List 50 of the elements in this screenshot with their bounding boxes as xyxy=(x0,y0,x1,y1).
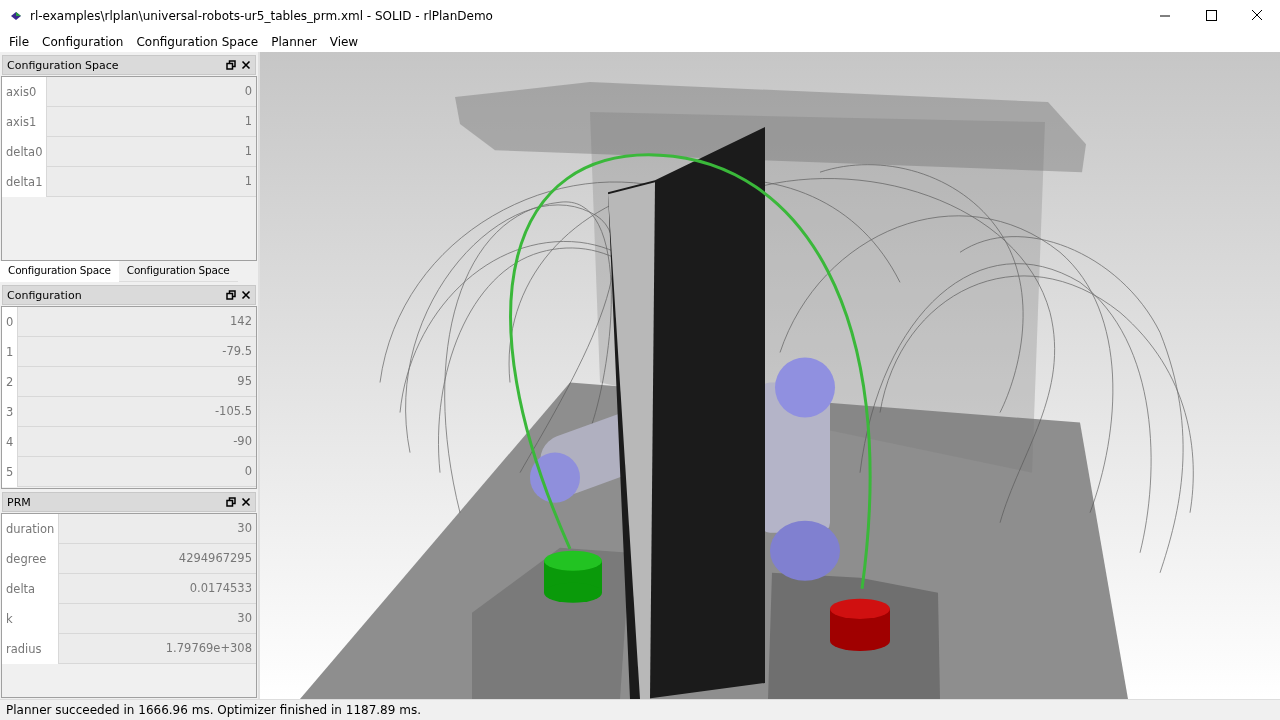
property-label: delta xyxy=(2,574,59,604)
property-label: 3 xyxy=(2,397,18,427)
close-icon[interactable] xyxy=(241,290,251,300)
property-label: k xyxy=(2,604,59,634)
property-value[interactable]: 0 xyxy=(17,457,256,487)
dock-tab[interactable]: Configuration Space xyxy=(118,261,238,282)
property-label: 4 xyxy=(2,427,18,457)
dock-title: PRM xyxy=(7,495,31,509)
property-label: 1 xyxy=(2,337,18,367)
property-label: axis0 xyxy=(2,77,47,107)
menu-item[interactable]: File xyxy=(2,35,36,49)
property-value[interactable]: 95 xyxy=(17,367,256,397)
menu-item[interactable]: Configuration xyxy=(35,35,130,49)
property-value[interactable]: 30 xyxy=(58,604,256,634)
property-value[interactable]: -105.5 xyxy=(17,397,256,427)
property-value[interactable]: 30 xyxy=(58,514,256,544)
property-value[interactable]: 142 xyxy=(17,307,256,337)
property-label: duration xyxy=(2,514,59,544)
close-icon[interactable] xyxy=(241,497,251,507)
property-value[interactable]: 4294967295 xyxy=(58,544,256,574)
app-icon xyxy=(10,10,22,22)
dock-title: Configuration xyxy=(7,288,82,302)
property-label: axis1 xyxy=(2,107,47,137)
property-label: 0 xyxy=(2,307,18,337)
property-label: degree xyxy=(2,544,59,574)
property-label: radius xyxy=(2,634,59,664)
property-value[interactable]: 1 xyxy=(46,167,256,197)
property-value[interactable]: 0.0174533 xyxy=(58,574,256,604)
property-value[interactable]: 1.79769e+308 xyxy=(58,634,256,664)
property-label: 5 xyxy=(2,457,18,487)
float-icon[interactable] xyxy=(226,290,236,300)
dock-tab[interactable]: Configuration Space xyxy=(0,261,119,282)
menu-item[interactable]: Planner xyxy=(264,35,323,49)
float-icon[interactable] xyxy=(226,60,236,70)
3d-viewport[interactable] xyxy=(258,52,1280,699)
status-text: Planner succeeded in 1666.96 ms. Optimizer finished in 1187.89 ms. xyxy=(6,703,421,717)
property-value[interactable]: -90 xyxy=(17,427,256,457)
property-value[interactable]: 1 xyxy=(46,107,256,137)
property-value[interactable]: 1 xyxy=(46,137,256,167)
property-label: 2 xyxy=(2,367,18,397)
menu-item[interactable]: View xyxy=(322,35,365,49)
property-value[interactable]: -79.5 xyxy=(17,337,256,367)
float-icon[interactable] xyxy=(226,497,236,507)
property-value[interactable]: 0 xyxy=(46,77,256,107)
property-label: delta0 xyxy=(2,137,47,167)
dock-title: Configuration Space xyxy=(7,58,119,72)
window-title: rl-examples\rlplan\universal-robots-ur5_tables_prm.xml - SOLID - rlPlanDemo xyxy=(30,9,493,23)
close-icon[interactable] xyxy=(241,60,251,70)
property-label: delta1 xyxy=(2,167,47,197)
menu-item[interactable]: Configuration Space xyxy=(129,35,265,49)
